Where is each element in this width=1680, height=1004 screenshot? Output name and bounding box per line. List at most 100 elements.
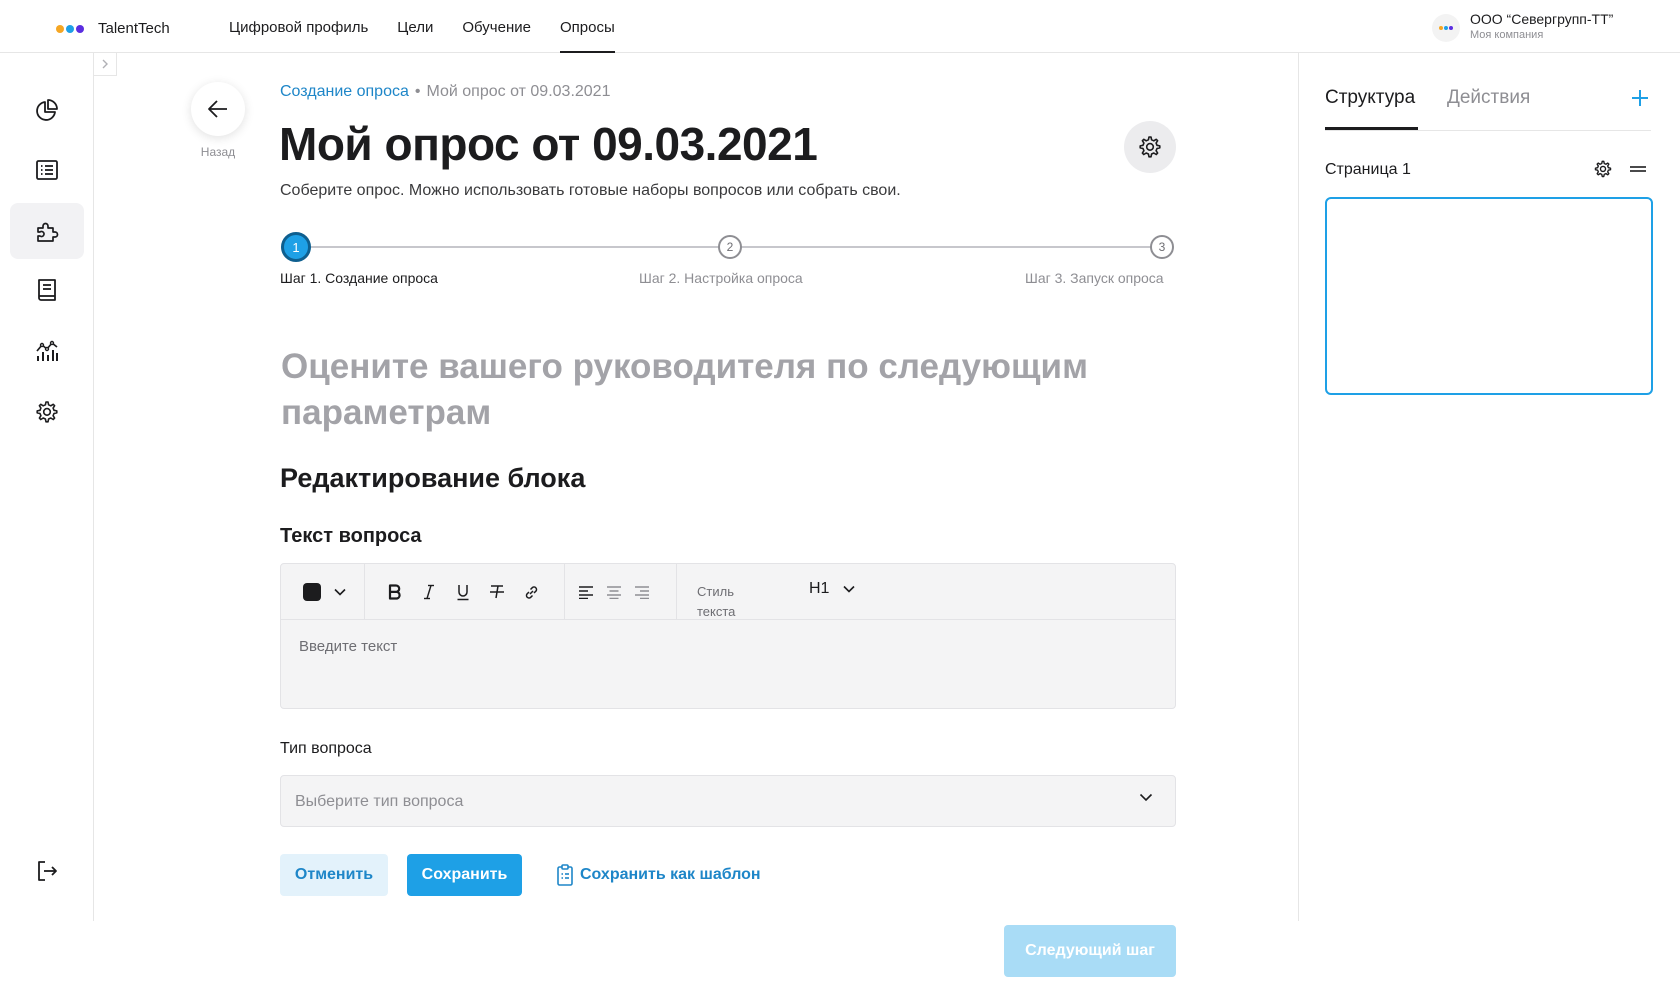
italic-icon [424,584,434,600]
main-nav: Цифровой профиль Цели Обучение Опросы [229,0,615,53]
back-label: Назад [200,145,236,159]
page-settings-button[interactable] [1593,159,1613,184]
question-type-select[interactable]: Выберите тип вопроса [280,775,1176,827]
align-group [572,564,656,620]
cancel-button[interactable]: Отменить [280,854,388,896]
logout-icon [38,861,57,881]
toolbar-divider [564,564,565,620]
bold-icon [388,584,401,600]
bold-button[interactable] [378,575,412,609]
add-page-button[interactable] [1625,83,1655,113]
align-right-button[interactable] [628,575,656,609]
question-text-editor: Стиль текста H1 Введите текст [280,563,1176,709]
save-as-template-button[interactable]: Сохранить как шаблон [556,864,761,886]
company-name: ООО “Севергрупп-ТТ” [1470,11,1614,27]
sidebar-expand-button[interactable] [94,53,117,76]
step-1-label: Шаг 1. Создание опроса [280,270,438,286]
page-1-label: Страница 1 [1325,161,1411,178]
align-left-button[interactable] [572,575,600,609]
text-style-select[interactable]: H1 [809,580,856,598]
app-logo[interactable]: TalentTech [56,20,170,37]
color-dropdown-button[interactable] [329,575,351,609]
sidebar-item-dashboard[interactable] [10,82,84,138]
underline-button[interactable] [446,575,480,609]
save-as-template-label: Сохранить как шаблон [580,866,761,883]
sidebar-item-surveys[interactable] [10,203,84,259]
nav-item-surveys[interactable]: Опросы [559,0,615,53]
breadcrumb-separator: • [414,83,421,100]
step-1-indicator[interactable]: 1 [281,232,311,262]
survey-settings-button[interactable] [1124,121,1176,173]
italic-button[interactable] [412,575,446,609]
text-color-button[interactable] [295,575,329,609]
strikethrough-button[interactable] [480,575,514,609]
editor-toolbar: Стиль текста H1 [281,564,1175,620]
page-drag-handle[interactable] [1629,162,1647,180]
plus-icon [1632,90,1648,106]
text-style-label: Стиль текста [697,584,736,619]
gear-icon [1139,136,1161,158]
toolbar-divider [364,564,365,620]
color-picker[interactable] [295,564,351,620]
analytics-icon [36,340,58,361]
color-swatch [303,583,321,601]
sidebar-item-list[interactable] [10,142,84,198]
sidebar-item-analytics[interactable] [10,323,84,379]
nav-item-learning[interactable]: Обучение [462,0,531,53]
tab-structure[interactable]: Структура [1325,87,1415,109]
block-edit-title: Редактирование блока [280,463,586,493]
step-2-indicator[interactable]: 2 [718,235,742,259]
app-name: TalentTech [98,20,170,37]
nav-item-digital-profile[interactable]: Цифровой профиль [229,0,368,53]
chevron-down-icon [1139,793,1153,802]
book-icon [38,279,56,301]
question-type-placeholder: Выберите тип вопроса [295,793,464,810]
text-style-value: H1 [809,580,830,597]
sidebar-item-settings[interactable] [10,384,84,440]
chevron-down-icon [843,585,856,593]
save-button[interactable]: Сохранить [407,854,522,896]
gear-icon [36,401,58,423]
align-left-icon [579,586,593,599]
chevron-down-icon [334,588,346,596]
align-center-button[interactable] [600,575,628,609]
back-button[interactable] [191,82,245,136]
breadcrumb: Создание опроса • Мой опрос от 09.03.2021 [280,83,610,101]
list-icon [36,160,58,180]
link-button[interactable] [514,575,548,609]
question-text-input[interactable]: Введите текст [299,638,397,655]
underline-icon [457,584,469,600]
company-subtitle: Моя компания [1470,29,1544,41]
tabs-divider [1325,130,1651,131]
puzzle-icon [37,222,59,242]
chevron-right-icon [102,59,108,69]
company-avatar [1432,14,1460,42]
sidebar-item-logout[interactable] [10,843,84,899]
top-navigation-bar: TalentTech Цифровой профиль Цели Обучени… [0,0,1680,53]
align-center-icon [607,586,621,599]
align-right-icon [635,586,649,599]
toolbar-divider [676,564,677,620]
link-icon [525,585,537,599]
clipboard-icon [557,864,573,886]
sidebar-item-library[interactable] [10,262,84,318]
strikethrough-icon [490,585,504,599]
gear-icon [1594,160,1612,178]
active-tab-indicator [1325,127,1418,130]
drag-handle-icon [1630,166,1646,172]
next-step-button[interactable]: Следующий шаг [1004,925,1176,977]
tab-actions[interactable]: Действия [1447,87,1530,109]
nav-item-goals[interactable]: Цели [397,0,433,53]
arrow-left-icon [208,100,227,118]
breadcrumb-current: Мой опрос от 09.03.2021 [426,83,611,100]
question-type-label: Тип вопроса [280,740,372,757]
text-format-group [378,564,548,620]
step-2-label: Шаг 2. Настройка опроса [639,270,803,286]
page-1-preview[interactable] [1325,197,1653,395]
company-switcher[interactable]: ООО “Севергрупп-ТТ” Моя компания [1432,10,1613,42]
pie-chart-icon [36,99,58,121]
page-subtitle: Соберите опрос. Можно использовать готов… [280,182,901,199]
breadcrumb-link-create-survey[interactable]: Создание опроса [280,83,409,100]
step-3-indicator[interactable]: 3 [1150,235,1174,259]
structure-panel: Структура Действия Страница 1 [1298,53,1680,921]
